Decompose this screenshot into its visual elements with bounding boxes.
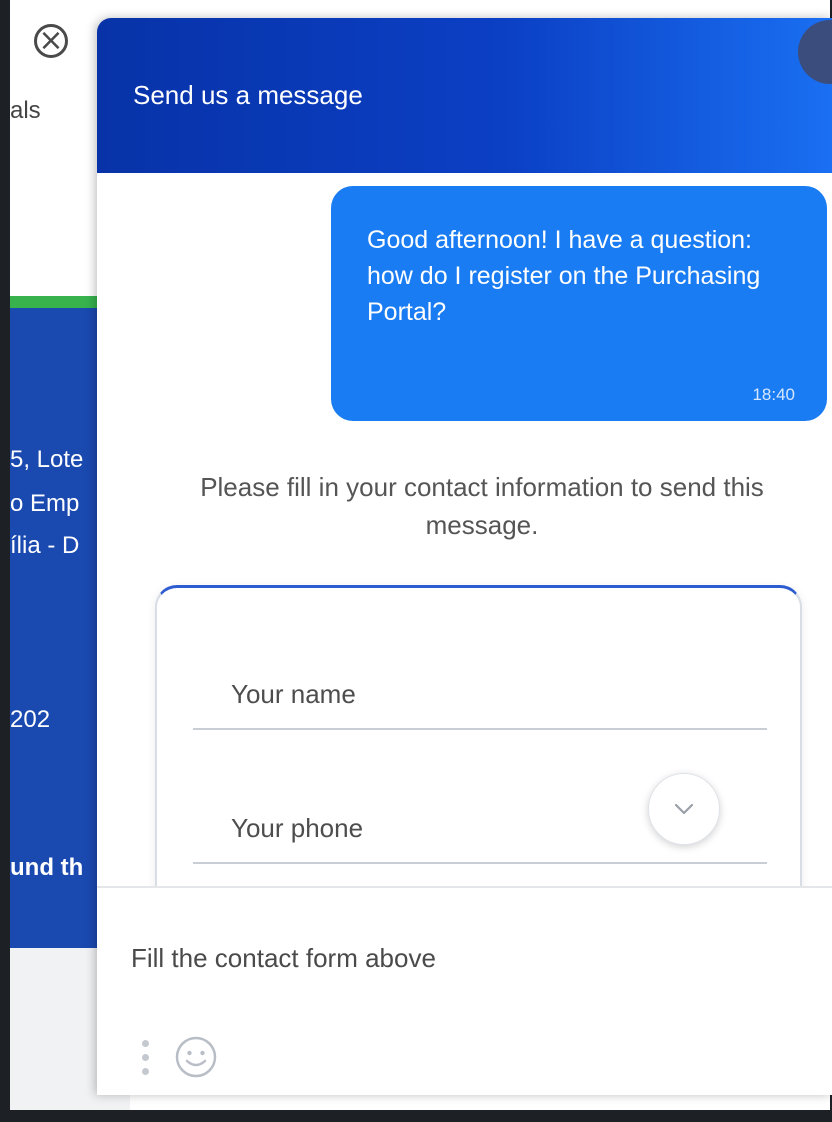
contact-prompt: Please fill in your contact information … — [200, 472, 764, 540]
message-input[interactable] — [131, 938, 791, 978]
footer-heading: und th — [10, 854, 84, 881]
message-bubble: Good afternoon! I have a question: how d… — [331, 186, 827, 421]
menu-dots-icon[interactable] — [139, 1038, 151, 1078]
footer-address-line: o Emp — [10, 490, 80, 517]
footer-address-line: ília - D — [10, 532, 80, 559]
message-timestamp: 18:40 — [752, 385, 795, 404]
chat-widget: Send us a message Good afternoon! I have… — [97, 18, 832, 1095]
nav-text-fragment[interactable]: als — [10, 97, 41, 125]
name-field[interactable] — [193, 660, 767, 730]
contact-form — [155, 585, 802, 915]
scroll-down-button[interactable] — [648, 773, 720, 845]
close-icon[interactable]: × — [34, 24, 68, 58]
chat-header: Send us a message — [97, 18, 832, 173]
message-text: Good afternoon! I have a question: how d… — [367, 226, 761, 326]
emoji-icon — [175, 1036, 217, 1078]
footer-address-line: 5, Lote — [10, 446, 84, 473]
message-composer — [97, 886, 832, 1095]
footer-address-line: 202 — [10, 706, 51, 733]
chevron-down-icon — [674, 803, 694, 815]
chat-title: Send us a message — [133, 80, 363, 110]
agent-avatar — [798, 20, 832, 84]
emoji-button[interactable] — [173, 1034, 219, 1080]
